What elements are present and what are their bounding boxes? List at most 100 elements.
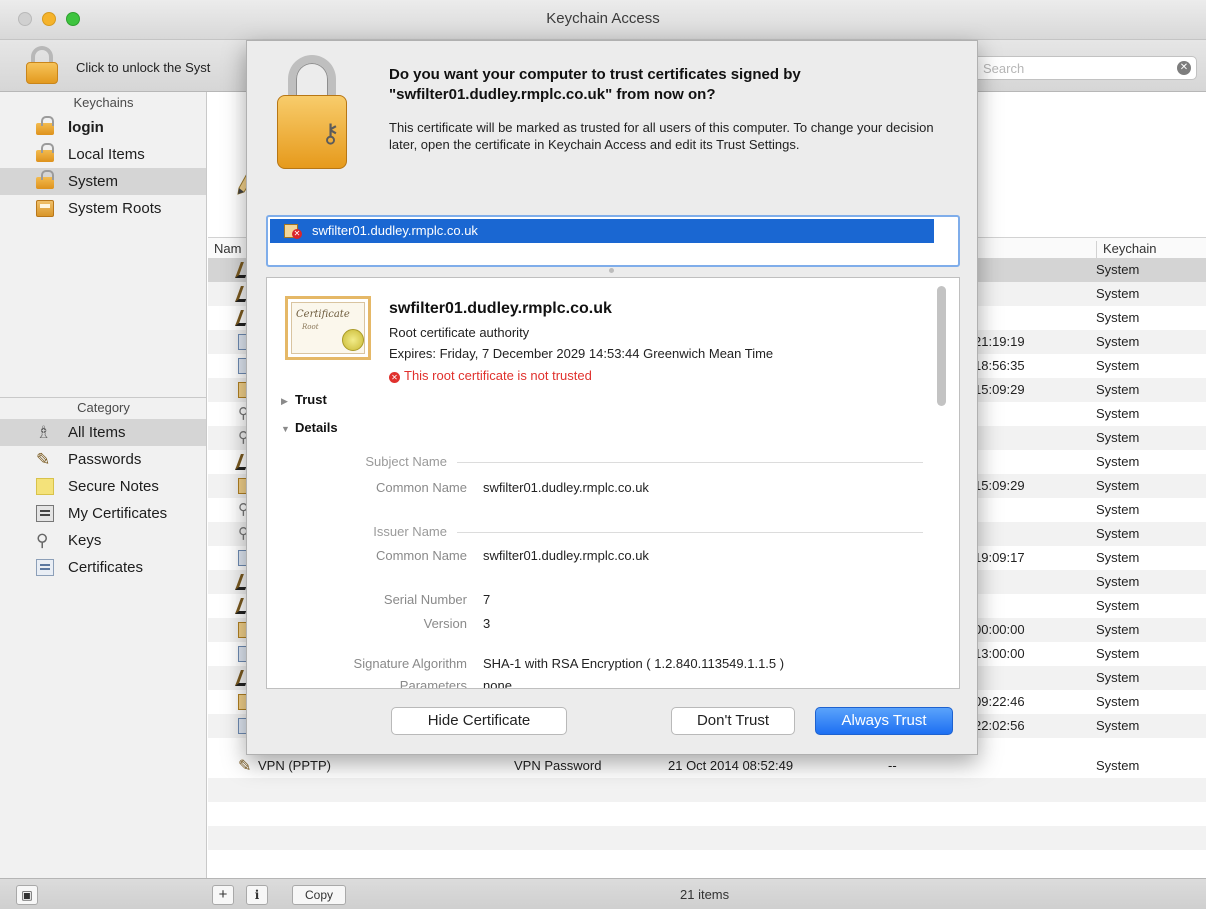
- sidebar-item-system[interactable]: System: [0, 168, 206, 195]
- row-keychain: System: [1096, 574, 1140, 589]
- sidebar-item-label: Passwords: [68, 451, 142, 468]
- row-date: 09:22:46: [974, 694, 1025, 709]
- trust-warning-text: This root certificate is not trusted: [404, 368, 592, 383]
- row-keychain: System: [1096, 694, 1140, 709]
- row-keychain: System: [1096, 598, 1140, 613]
- sidebar-item-system-roots[interactable]: System Roots: [0, 195, 206, 222]
- row-kind: VPN Password: [514, 758, 602, 773]
- seal-icon: [342, 329, 364, 351]
- add-item-button[interactable]: +: [212, 885, 234, 905]
- untrusted-x-icon: ✕: [292, 229, 302, 239]
- sidebar: Keychains login Local Items System Syste…: [0, 92, 207, 878]
- issuer-name-header: Issuer Name: [373, 524, 447, 539]
- table-row[interactable]: ✎ VPN (PPTP) VPN Password 21 Oct 2014 08…: [208, 754, 1206, 778]
- parameters-key: Parameters: [399, 678, 467, 689]
- trust-dialog: ⚷ Do you want your computer to trust cer…: [246, 40, 978, 755]
- row-keychain: System: [1096, 646, 1140, 661]
- sidebar-item-label: My Certificates: [68, 505, 168, 522]
- row-keychain: System: [1096, 478, 1140, 493]
- thumbnail-text: Certificate: [296, 309, 350, 320]
- sidebar-item-label: Secure Notes: [68, 478, 159, 495]
- dialog-explanation: This certificate will be marked as trust…: [389, 120, 934, 152]
- issuer-cn-value: swfilter01.dudley.rmplc.co.uk: [483, 548, 649, 563]
- sidebar-item-label: System: [68, 173, 119, 190]
- row-keychain: System: [1096, 358, 1140, 373]
- certificate-name: swfilter01.dudley.rmplc.co.uk: [389, 300, 612, 317]
- cabinet-icon: [36, 200, 54, 217]
- unlocked-padlock-icon: [36, 116, 54, 135]
- always-trust-button[interactable]: Always Trust: [815, 707, 953, 735]
- search-field[interactable]: Search ✕: [972, 56, 1197, 80]
- row-keychain: System: [1096, 670, 1140, 685]
- row-keychain: System: [1096, 502, 1140, 517]
- pen-icon: ✎: [238, 758, 252, 775]
- window-title: Keychain Access: [546, 10, 660, 27]
- info-button[interactable]: i: [246, 885, 268, 905]
- sidebar-item-label: System Roots: [68, 200, 162, 217]
- row-date: 15:09:29: [974, 382, 1025, 397]
- padlock-icon[interactable]: [26, 46, 58, 84]
- empty-row: [208, 826, 1206, 850]
- keys-icon: ⚷: [321, 118, 341, 148]
- dont-trust-button[interactable]: Don't Trust: [671, 707, 795, 735]
- error-icon: ✕: [389, 372, 400, 383]
- row-keychain: System: [1096, 550, 1140, 565]
- sidebar-item-label: login: [68, 119, 104, 136]
- certificate-expiry: Expires: Friday, 7 December 2029 14:53:4…: [389, 346, 774, 361]
- subject-cn-key: Common Name: [375, 480, 467, 495]
- details-disclosure[interactable]: ▼ Details: [281, 420, 338, 435]
- row-expires: --: [888, 758, 897, 773]
- row-keychain: System: [1096, 430, 1140, 445]
- row-keychain: System: [1096, 406, 1140, 421]
- clear-search-icon[interactable]: ✕: [1177, 61, 1191, 75]
- keychains-header: Keychains: [73, 95, 134, 110]
- sidebar-item-my-certificates[interactable]: My Certificates: [0, 500, 206, 527]
- trust-disclosure[interactable]: ▶ Trust: [281, 392, 327, 407]
- row-date: 00:00:00: [974, 622, 1025, 637]
- note-icon: [36, 478, 54, 495]
- sidebar-item-label: All Items: [68, 424, 126, 441]
- signature-algorithm-value: SHA-1 with RSA Encryption ( 1.2.840.1135…: [483, 656, 785, 671]
- sidebar-item-local-items[interactable]: Local Items: [0, 141, 206, 168]
- disclosure-down-icon: ▼: [281, 424, 290, 434]
- row-keychain: System: [1096, 286, 1140, 301]
- row-keychain: System: [1096, 334, 1140, 349]
- copy-button[interactable]: Copy: [292, 885, 346, 905]
- empty-row: [208, 778, 1206, 802]
- serial-number-key: Serial Number: [383, 592, 467, 607]
- item-count: 21 items: [680, 887, 730, 902]
- sidebar-item-certificates[interactable]: Certificates: [0, 554, 206, 581]
- row-date: 13:00:00: [974, 646, 1025, 661]
- subject-name-header: Subject Name: [365, 454, 447, 469]
- certificate-chain-list[interactable]: ✕ swfilter01.dudley.rmplc.co.uk: [266, 215, 960, 267]
- subject-cn-value: swfilter01.dudley.rmplc.co.uk: [483, 480, 649, 495]
- sidebar-item-passwords[interactable]: ✎ Passwords: [0, 446, 206, 473]
- section-divider: [457, 532, 923, 533]
- my-certificate-icon: [36, 505, 54, 522]
- thumbnail-subtext: Root: [302, 323, 319, 331]
- sidebar-item-login[interactable]: login: [0, 114, 206, 141]
- hide-certificate-button[interactable]: Hide Certificate: [391, 707, 567, 735]
- unlocked-padlock-icon: [36, 143, 54, 162]
- sidebar-item-all-items[interactable]: ♗ All Items: [0, 419, 206, 446]
- column-header-name[interactable]: Nam: [214, 241, 241, 256]
- signature-algorithm-key: Signature Algorithm: [353, 656, 467, 671]
- detail-scrollbar[interactable]: [937, 286, 946, 406]
- row-date: 21:19:19: [974, 334, 1025, 349]
- details-label: Details: [295, 420, 338, 435]
- sidebar-item-secure-notes[interactable]: Secure Notes: [0, 473, 206, 500]
- chain-item[interactable]: ✕ swfilter01.dudley.rmplc.co.uk: [270, 219, 934, 243]
- sidebar-item-label: Local Items: [68, 146, 145, 163]
- row-keychain: System: [1096, 382, 1140, 397]
- certificate-thumbnail: Certificate Root: [285, 296, 371, 360]
- toggle-sidebar-button[interactable]: ▣: [16, 885, 38, 905]
- row-keychain: System: [1096, 526, 1140, 541]
- sidebar-item-label: Keys: [68, 532, 102, 549]
- chain-item-label: swfilter01.dudley.rmplc.co.uk: [312, 223, 478, 238]
- sidebar-divider[interactable]: [0, 397, 207, 398]
- category-header: Category: [77, 400, 130, 415]
- splitter-handle[interactable]: [609, 268, 614, 273]
- sidebar-item-keys[interactable]: ⚲ Keys: [0, 527, 206, 554]
- trust-label: Trust: [295, 392, 327, 407]
- certificate-type: Root certificate authority: [389, 325, 530, 340]
